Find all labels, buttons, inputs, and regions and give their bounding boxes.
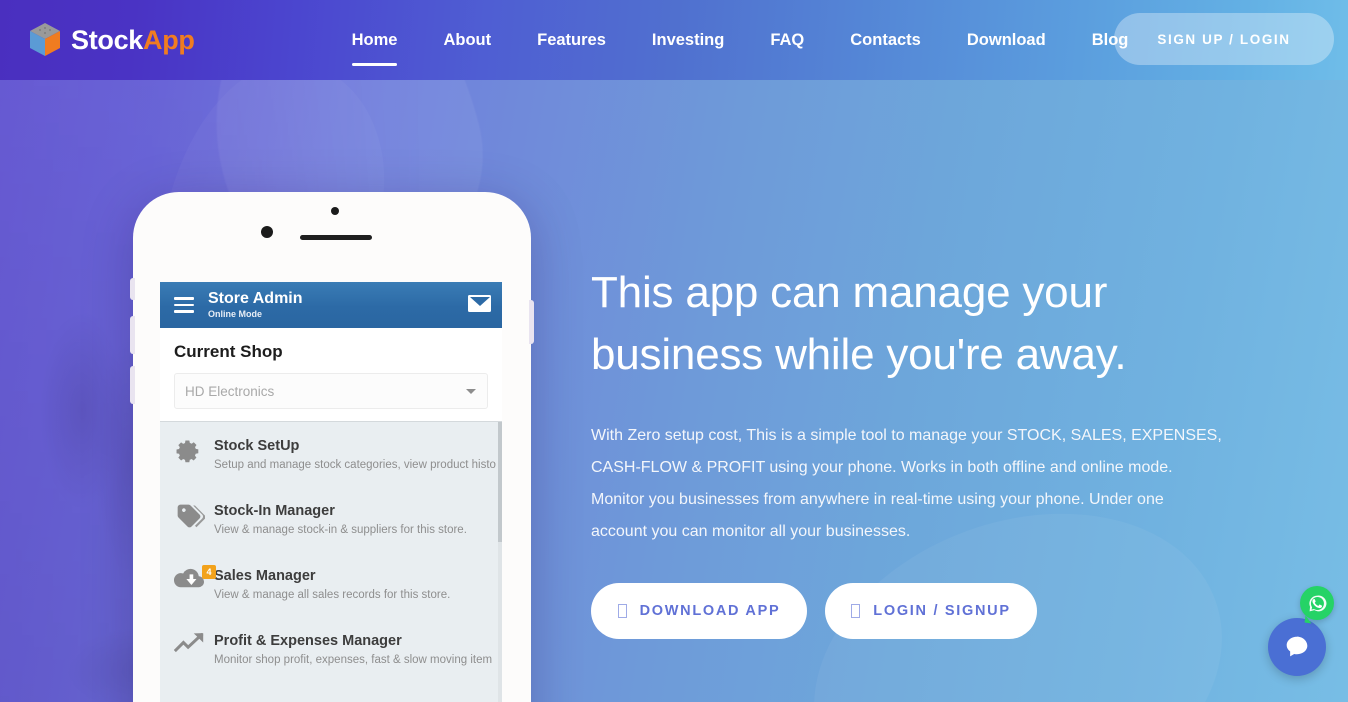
nav-item-about[interactable]: About xyxy=(420,25,514,55)
list-item-text: Stock-In Manager View & manage stock-in … xyxy=(214,501,490,538)
list-item[interactable]: Stock-In Manager View & manage stock-in … xyxy=(160,487,502,552)
download-icon xyxy=(617,603,627,618)
app-scrollbar-thumb[interactable] xyxy=(498,422,502,542)
brand-name-part1: Stock xyxy=(71,24,144,55)
phone-front-camera xyxy=(261,226,273,238)
nav-item-contacts[interactable]: Contacts xyxy=(827,25,944,55)
phone-volume-up-button xyxy=(130,316,135,354)
phone-mute-switch xyxy=(130,278,135,300)
phone-earpiece-speaker xyxy=(300,235,372,240)
tag-icon xyxy=(174,501,214,535)
phone-mockup: Store Admin Online Mode Current Shop HD … xyxy=(130,192,534,702)
brand-name-part2: App xyxy=(143,24,195,55)
hero-copy: This app can manage your business while … xyxy=(591,262,1251,639)
trending-up-icon xyxy=(173,631,214,665)
app-bar-titles: Store Admin Online Mode xyxy=(208,290,303,320)
caret-down-icon xyxy=(466,389,476,394)
nav-links: Home About Features Investing FAQ Contac… xyxy=(329,25,1152,66)
brand-name: StockApp xyxy=(71,25,195,56)
cube-icon xyxy=(28,22,62,58)
brand-logo[interactable]: StockApp xyxy=(28,22,195,58)
list-item-description: Monitor shop profit, expenses, fast & sl… xyxy=(214,654,493,666)
list-item-title: Stock SetUp xyxy=(214,438,300,454)
list-item-description: View & manage all sales records for this… xyxy=(214,589,451,601)
page-title: This app can manage your business while … xyxy=(591,268,1127,380)
whatsapp-icon[interactable] xyxy=(1300,586,1334,620)
shop-select-dropdown[interactable]: HD Electronics xyxy=(174,373,488,409)
user-icon xyxy=(851,603,861,618)
login-signup-label: LOGIN / SIGNUP xyxy=(873,602,1011,619)
cloud-download-icon: 4 xyxy=(173,565,216,600)
current-shop-label: Current Shop xyxy=(174,342,283,361)
app-scrollbar-track[interactable] xyxy=(498,422,502,702)
phone-sensor-dot xyxy=(331,207,339,215)
hamburger-icon[interactable] xyxy=(174,297,194,313)
phone-power-button xyxy=(529,300,534,344)
nav-item-download[interactable]: Download xyxy=(944,25,1069,55)
shop-select-value: HD Electronics xyxy=(185,383,275,399)
app-subtitle: Online Mode xyxy=(208,309,262,319)
list-item-text: Stock SetUp Setup and manage stock categ… xyxy=(214,436,496,473)
nav-item-home[interactable]: Home xyxy=(329,25,421,66)
list-item-text: Profit & Expenses Manager Monitor shop p… xyxy=(214,631,493,668)
list-item-title: Stock-In Manager xyxy=(214,503,335,519)
status-badge: 4 xyxy=(202,565,216,579)
list-item-title: Profit & Expenses Manager xyxy=(214,633,402,649)
list-item[interactable]: Stock SetUp Setup and manage stock categ… xyxy=(160,422,502,487)
list-item-description: View & manage stock-in & suppliers for t… xyxy=(214,524,467,536)
app-top-bar: Store Admin Online Mode xyxy=(160,282,502,328)
nav-item-investing[interactable]: Investing xyxy=(629,25,747,55)
list-item[interactable]: 4 Sales Manager View & manage all sales … xyxy=(160,552,502,617)
list-item-title: Sales Manager xyxy=(214,568,316,584)
login-signup-button[interactable]: LOGIN / SIGNUP xyxy=(825,582,1037,639)
hero-cta-row: DOWNLOAD APP LOGIN / SIGNUP xyxy=(591,582,1251,639)
gear-icon xyxy=(174,436,214,470)
list-item[interactable]: Profit & Expenses Manager Monitor shop p… xyxy=(160,617,502,682)
phone-screen: Store Admin Online Mode Current Shop HD … xyxy=(160,282,502,702)
nav-item-faq[interactable]: FAQ xyxy=(747,25,827,55)
download-app-button[interactable]: DOWNLOAD APP xyxy=(591,582,807,639)
chat-bubble-icon[interactable] xyxy=(1268,618,1326,676)
download-app-label: DOWNLOAD APP xyxy=(639,602,781,619)
envelope-icon[interactable] xyxy=(468,295,491,312)
signup-login-button[interactable]: SIGN UP / LOGIN xyxy=(1114,13,1334,65)
top-navigation-bar: StockApp Home About Features Investing F… xyxy=(0,0,1348,80)
app-title: Store Admin xyxy=(208,290,303,307)
hero-paragraph: With Zero setup cost, This is a simple t… xyxy=(591,426,1222,540)
list-item-text: Sales Manager View & manage all sales re… xyxy=(214,566,490,603)
phone-volume-down-button xyxy=(130,366,135,404)
list-item-description: Setup and manage stock categories, view … xyxy=(214,459,496,471)
nav-item-features[interactable]: Features xyxy=(514,25,629,55)
current-shop-section: Current Shop HD Electronics xyxy=(160,328,502,421)
landing-page: StockApp Home About Features Investing F… xyxy=(0,0,1348,702)
app-menu-list: Stock SetUp Setup and manage stock categ… xyxy=(160,421,502,702)
